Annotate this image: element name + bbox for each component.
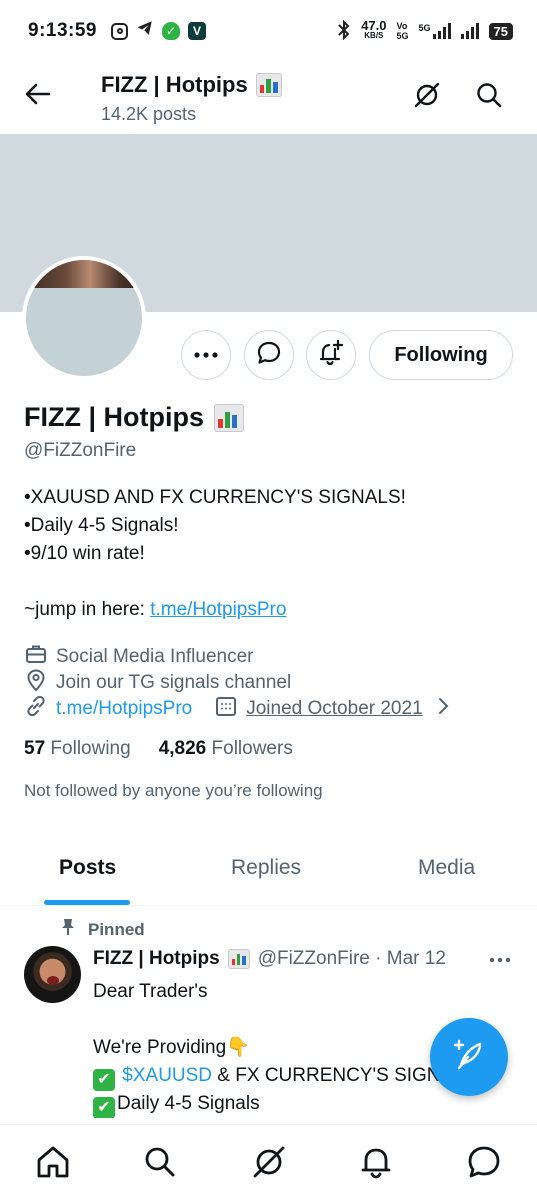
message-button[interactable] [244, 330, 294, 380]
telegram-icon [136, 19, 154, 43]
instagram-icon [111, 22, 128, 40]
profile-tabs: Posts Replies Media [0, 836, 537, 906]
search-icon[interactable] [474, 80, 504, 110]
post-more-icon[interactable] [488, 950, 512, 975]
header-posts-count: 14.2K posts [101, 104, 197, 124]
avatar-photo-strip [26, 260, 142, 288]
back-arrow-icon[interactable] [22, 78, 54, 110]
calendar-icon [214, 694, 238, 724]
shield-icon: ✓ [162, 22, 180, 40]
website-link[interactable]: t.me/HotpipsPro [56, 698, 192, 720]
pinned-label: Pinned [60, 918, 145, 941]
post-header: FIZZ | Hotpips @FiZZonFire · Mar 12 [93, 948, 446, 970]
notify-button[interactable] [306, 330, 356, 380]
home-icon[interactable] [34, 1143, 72, 1181]
more-options-button[interactable] [181, 330, 231, 380]
post-author-handle-date: @FiZZonFire · Mar 12 [257, 948, 446, 969]
signal-5g-icon: 5G [419, 23, 451, 39]
profile-handle: @FiZZonFire [24, 440, 137, 461]
status-time: 9:13:59 [28, 20, 97, 41]
battery-indicator: 75 [488, 22, 513, 40]
compose-feather-icon [450, 1036, 488, 1079]
search-nav-icon[interactable] [141, 1143, 179, 1181]
bottom-navigation [0, 1124, 537, 1199]
signal-icon [460, 23, 479, 39]
pin-icon [60, 918, 76, 941]
net-speed: 47.0 KB/S [361, 18, 387, 40]
message-bubble-icon [256, 340, 282, 371]
profile-website-joined: t.me/HotpipsPro Joined October 2021 [24, 694, 455, 724]
post-author-name[interactable]: FIZZ | Hotpips [93, 948, 220, 970]
profile-display-name: FIZZ | Hotpips [24, 402, 245, 433]
chevron-right-icon[interactable] [431, 694, 455, 724]
more-dots-icon [193, 346, 219, 364]
active-tab-indicator [44, 900, 130, 905]
link-icon [24, 694, 48, 724]
status-notification-icons: ✓ V [111, 19, 206, 43]
bio-link[interactable]: t.me/HotpipsPro [150, 599, 286, 620]
following-button[interactable]: Following [369, 330, 513, 380]
check-mark-icon: ✔ [93, 1097, 115, 1118]
bell-plus-icon [317, 339, 345, 372]
status-bar: 9:13:59 ✓ V 47.0 KB/S Vo 5G 5G 75 [0, 0, 537, 62]
tab-posts[interactable]: Posts [59, 856, 116, 880]
app-v-icon: V [188, 22, 206, 40]
bluetooth-icon [337, 19, 351, 43]
profile-avatar[interactable] [22, 256, 146, 380]
tab-media[interactable]: Media [418, 856, 475, 880]
joined-date[interactable]: Joined October 2021 [246, 698, 422, 720]
volte-indicator: Vo 5G [396, 21, 409, 41]
grok-icon[interactable] [412, 80, 442, 110]
profile-header-bar: FIZZ | Hotpips 14.2K posts [0, 62, 537, 134]
messages-nav-icon[interactable] [465, 1143, 503, 1181]
profile-stats: 57 Following 4,826 Followers [24, 738, 293, 760]
compose-post-button[interactable] [430, 1018, 508, 1096]
bar-chart-emoji-icon [227, 949, 250, 969]
post-author-avatar[interactable] [24, 946, 81, 1003]
status-right: 47.0 KB/S Vo 5G 5G 75 [337, 18, 513, 43]
grok-nav-icon[interactable] [250, 1143, 288, 1181]
bar-chart-emoji-icon [255, 73, 282, 97]
cashtag-link[interactable]: $XAUUSD [122, 1065, 212, 1086]
tab-replies[interactable]: Replies [231, 856, 301, 880]
bar-chart-emoji-icon [214, 403, 245, 432]
mutual-followers-note: Not followed by anyone you’re following [24, 781, 323, 800]
notifications-bell-icon[interactable] [357, 1143, 395, 1181]
check-mark-icon: ✔ [93, 1069, 115, 1091]
header-title: FIZZ | Hotpips [101, 72, 282, 98]
following-stat[interactable]: 57 Following [24, 738, 131, 760]
followers-stat[interactable]: 4,826 Followers [159, 738, 293, 760]
profile-bio: •XAUUSD AND FX CURRENCY'S SIGNALS! •Dail… [24, 487, 406, 620]
